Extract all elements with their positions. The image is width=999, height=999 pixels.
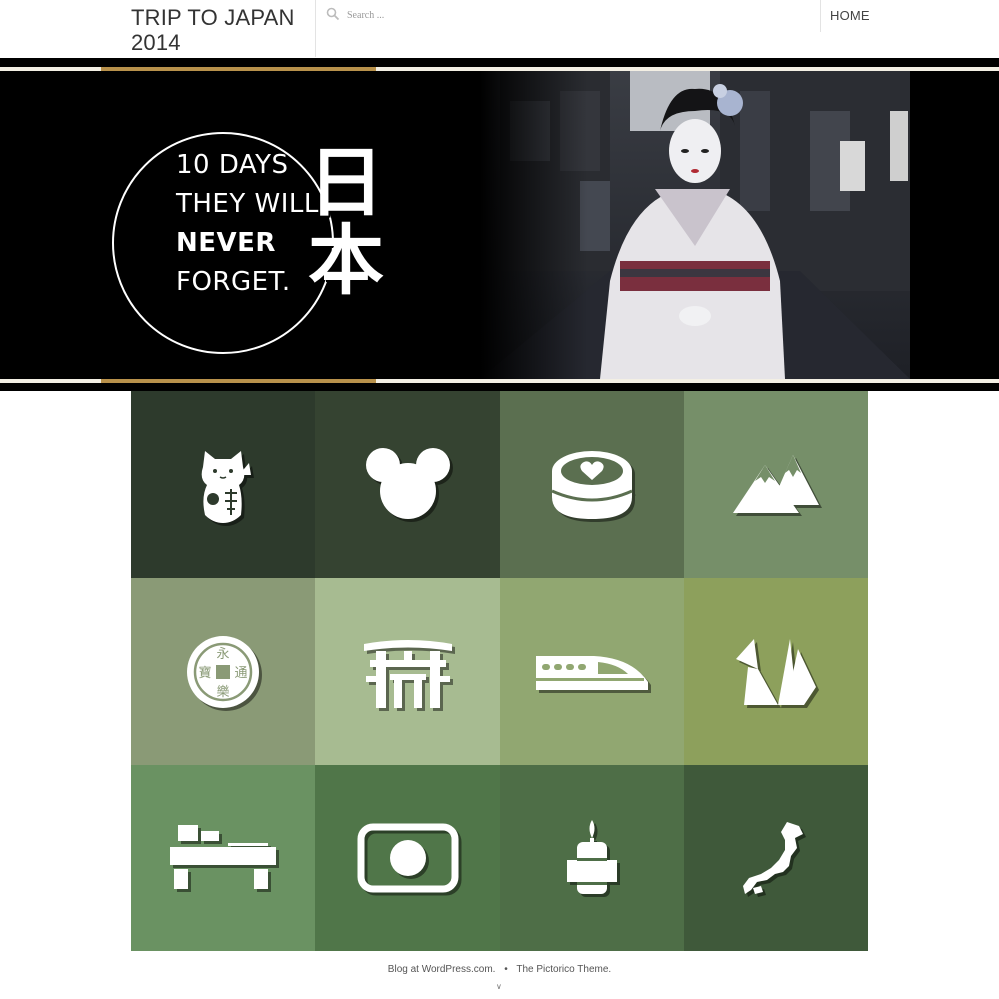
mickey-mouse-icon — [365, 447, 450, 519]
svg-text:樂: 樂 — [216, 684, 229, 700]
tile-bullet-train[interactable] — [500, 578, 684, 765]
icon-grid: 永 寶 通 樂 — [131, 391, 868, 951]
tagline: 10 DAYS THEY WILL NEVER FORGET. — [176, 146, 319, 302]
footer-separator: • — [504, 964, 508, 975]
site-footer: Blog at WordPress.com. • The Pictorico T… — [0, 964, 999, 975]
paper-crane-icon — [736, 638, 816, 705]
kanji-char: 本 — [308, 216, 384, 305]
tagline-line-3: NEVER — [176, 228, 276, 258]
tile-mountains[interactable] — [684, 391, 868, 578]
nav-home-link[interactable]: HOME — [830, 8, 870, 23]
wordpress-link[interactable]: Blog at WordPress.com. — [388, 964, 496, 975]
tagline-line-4: FORGET. — [176, 267, 291, 297]
header-divider — [820, 0, 821, 32]
maneki-neko-icon — [201, 450, 251, 523]
tile-coin[interactable]: 永 寶 通 樂 — [131, 578, 315, 765]
candle-icon — [567, 820, 617, 894]
sushi-roll-icon — [551, 450, 633, 519]
site-header: TRIP TO JAPAN 2014 HOME — [0, 0, 999, 58]
svg-text:寶: 寶 — [198, 665, 211, 681]
tile-japan-map[interactable] — [684, 765, 868, 951]
tagline-line-2: THEY WILL — [176, 189, 319, 219]
banner-gold-stripe — [101, 67, 376, 71]
tile-torii[interactable] — [315, 578, 500, 765]
tile-sushi[interactable] — [500, 391, 684, 578]
tile-candle[interactable] — [500, 765, 684, 951]
theme-link[interactable]: The Pictorico Theme. — [516, 964, 611, 975]
tile-mickey[interactable] — [315, 391, 500, 578]
japan-map-icon — [743, 822, 803, 894]
search-form — [322, 4, 812, 26]
coin-icon: 永 寶 通 樂 — [187, 635, 259, 708]
scroll-indicator-icon: ∨ — [496, 982, 502, 991]
banner-gold-stripe — [101, 379, 376, 383]
nihon-kanji: 日 本 — [308, 144, 384, 300]
tile-maneki-neko[interactable] — [131, 391, 315, 578]
svg-text:通: 通 — [234, 666, 247, 681]
torii-gate-icon — [363, 639, 452, 708]
tagline-line-1: 10 DAYS — [176, 150, 289, 180]
search-icon — [326, 7, 340, 21]
hero-banner: 10 DAYS THEY WILL NEVER FORGET. 日 本 — [0, 58, 999, 391]
tile-japan-flag[interactable] — [315, 765, 500, 951]
tea-table-icon — [170, 825, 276, 889]
kanji-char: 日 — [308, 138, 384, 227]
geisha-photo — [480, 71, 910, 379]
header-divider — [315, 0, 316, 57]
japan-flag-icon — [357, 823, 458, 893]
bullet-train-icon — [536, 655, 648, 690]
mountains-icon — [733, 454, 819, 513]
search-input[interactable] — [347, 5, 747, 25]
site-title[interactable]: TRIP TO JAPAN 2014 — [131, 5, 311, 55]
tile-paper-crane[interactable] — [684, 578, 868, 765]
tile-tea-table[interactable] — [131, 765, 315, 951]
coin-text: 永 — [216, 647, 229, 662]
